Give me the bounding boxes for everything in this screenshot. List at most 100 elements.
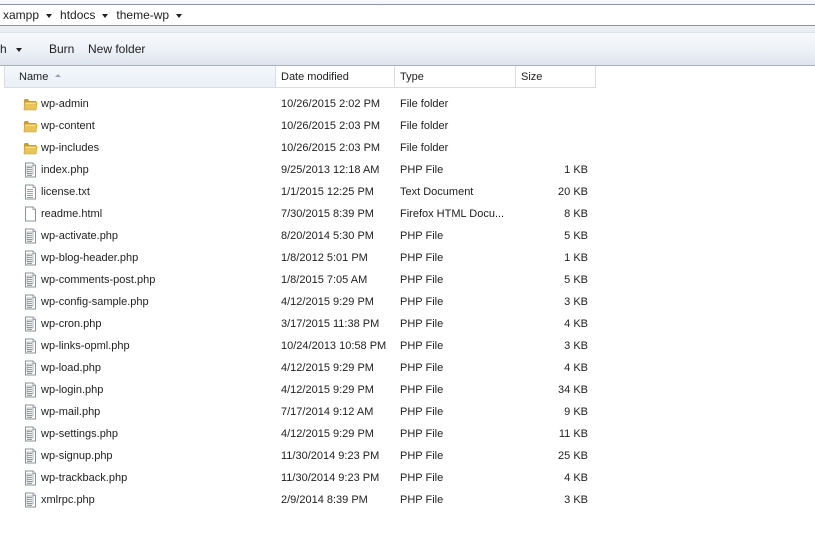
file-type: Text Document xyxy=(400,186,474,198)
file-type: File folder xyxy=(400,120,449,132)
file-row[interactable]: wp-blog-header.php 1/8/2012 5:01 PM PHP … xyxy=(0,247,815,269)
file-size: 25 KB xyxy=(558,450,588,462)
file-name: wp-cron.php xyxy=(41,318,102,330)
file-row[interactable]: index.php 9/25/2013 12:18 AM PHP File 1 … xyxy=(0,159,815,181)
file-name: wp-blog-header.php xyxy=(41,252,139,264)
file-type: PHP File xyxy=(400,494,444,506)
php-file-icon xyxy=(23,250,38,266)
file-type: PHP File xyxy=(400,406,444,418)
file-date-modified: 4/12/2015 9:29 PM xyxy=(281,296,374,308)
breadcrumb[interactable]: xampp htdocs theme-wp xyxy=(0,4,815,26)
file-row[interactable]: wp-config-sample.php 4/12/2015 9:29 PM P… xyxy=(0,291,815,313)
file-row[interactable]: wp-includes 10/26/2015 2:03 PM File fold… xyxy=(0,137,815,159)
chevron-down-icon[interactable] xyxy=(102,13,109,18)
breadcrumb-label: htdocs xyxy=(60,8,96,22)
file-date-modified: 10/26/2015 2:03 PM xyxy=(281,142,381,154)
file-row[interactable]: wp-mail.php 7/17/2014 9:12 AM PHP File 9… xyxy=(0,401,815,423)
file-type: PHP File xyxy=(400,362,444,374)
php-file-icon xyxy=(23,470,38,486)
file-date-modified: 11/30/2014 9:23 PM xyxy=(281,450,380,462)
breadcrumb-item-htdocs[interactable]: htdocs xyxy=(60,5,116,25)
file-row[interactable]: wp-comments-post.php 1/8/2015 7:05 AM PH… xyxy=(0,269,815,291)
php-file-icon xyxy=(23,228,38,244)
file-row[interactable]: wp-admin 10/26/2015 2:02 PM File folder xyxy=(0,93,815,115)
address-bar: xampp htdocs theme-wp xyxy=(0,0,815,32)
file-row[interactable]: wp-content 10/26/2015 2:03 PM File folde… xyxy=(0,115,815,137)
file-row[interactable]: wp-load.php 4/12/2015 9:29 PM PHP File 4… xyxy=(0,357,815,379)
column-header-name[interactable]: Name xyxy=(4,66,276,88)
file-row[interactable]: wp-login.php 4/12/2015 9:29 PM PHP File … xyxy=(0,379,815,401)
file-name: wp-config-sample.php xyxy=(41,296,149,308)
column-header-size[interactable]: Size xyxy=(516,66,596,88)
folder-icon xyxy=(23,118,38,134)
php-file-icon xyxy=(23,338,38,354)
php-file-icon xyxy=(23,426,38,442)
html-file-icon xyxy=(23,206,38,222)
file-row[interactable]: readme.html 7/30/2015 8:39 PM Firefox HT… xyxy=(0,203,815,225)
php-file-icon xyxy=(23,448,38,464)
file-type: PHP File xyxy=(400,164,444,176)
chevron-down-icon[interactable] xyxy=(46,13,53,18)
burn-button[interactable]: Burn xyxy=(49,38,74,60)
file-name: wp-content xyxy=(41,120,95,132)
file-row[interactable]: license.txt 1/1/2015 12:25 PM Text Docum… xyxy=(0,181,815,203)
file-type: File folder xyxy=(400,142,449,154)
column-header-date-modified[interactable]: Date modified xyxy=(276,66,395,88)
file-size: 3 KB xyxy=(564,494,588,506)
file-date-modified: 1/8/2012 5:01 PM xyxy=(281,252,368,264)
php-file-icon xyxy=(23,272,38,288)
file-type: Firefox HTML Docu... xyxy=(400,208,505,220)
file-date-modified: 11/30/2014 9:23 PM xyxy=(281,472,380,484)
file-name: wp-comments-post.php xyxy=(41,274,156,286)
file-row[interactable]: xmlrpc.php 2/9/2014 8:39 PM PHP File 3 K… xyxy=(0,489,815,511)
file-size: 4 KB xyxy=(564,472,588,484)
file-row[interactable]: wp-links-opml.php 10/24/2013 10:58 PM PH… xyxy=(0,335,815,357)
php-file-icon xyxy=(23,492,38,508)
php-file-icon xyxy=(23,382,38,398)
file-size: 5 KB xyxy=(564,274,588,286)
file-date-modified: 4/12/2015 9:29 PM xyxy=(281,384,374,396)
file-date-modified: 7/30/2015 8:39 PM xyxy=(281,208,374,220)
file-name: wp-signup.php xyxy=(41,450,113,462)
column-headers: Name Date modified Type Size xyxy=(0,66,815,89)
share-with-label: ith xyxy=(0,42,7,56)
file-row[interactable]: wp-cron.php 3/17/2015 11:38 PM PHP File … xyxy=(0,313,815,335)
php-file-icon xyxy=(23,404,38,420)
breadcrumb-item-theme-wp[interactable]: theme-wp xyxy=(116,5,190,25)
file-row[interactable]: wp-signup.php 11/30/2014 9:23 PM PHP Fil… xyxy=(0,445,815,467)
column-header-type[interactable]: Type xyxy=(395,66,516,88)
breadcrumb-item-xampp[interactable]: xampp xyxy=(3,5,60,25)
file-size: 3 KB xyxy=(564,296,588,308)
file-type: PHP File xyxy=(400,230,444,242)
file-name: readme.html xyxy=(41,208,103,220)
file-name: wp-settings.php xyxy=(41,428,119,440)
file-name: wp-load.php xyxy=(41,362,101,374)
file-row[interactable]: wp-settings.php 4/12/2015 9:29 PM PHP Fi… xyxy=(0,423,815,445)
file-name: wp-admin xyxy=(41,98,89,110)
file-type: File folder xyxy=(400,98,449,110)
file-type: PHP File xyxy=(400,252,444,264)
share-with-button[interactable]: ith xyxy=(0,38,22,60)
file-size: 8 KB xyxy=(564,208,588,220)
file-name: wp-trackback.php xyxy=(41,472,128,484)
file-date-modified: 3/17/2015 11:38 PM xyxy=(281,318,380,330)
file-name: wp-activate.php xyxy=(41,230,119,242)
file-row[interactable]: wp-activate.php 8/20/2014 5:30 PM PHP Fi… xyxy=(0,225,815,247)
php-file-icon xyxy=(23,162,38,178)
file-date-modified: 8/20/2014 5:30 PM xyxy=(281,230,374,242)
file-date-modified: 10/26/2015 2:02 PM xyxy=(281,98,381,110)
file-date-modified: 4/12/2015 9:29 PM xyxy=(281,428,374,440)
file-type: PHP File xyxy=(400,384,444,396)
new-folder-button[interactable]: New folder xyxy=(88,38,145,60)
php-file-icon xyxy=(23,360,38,376)
file-size xyxy=(518,93,588,115)
folder-icon xyxy=(23,96,38,112)
file-size: 9 KB xyxy=(564,406,588,418)
column-header-label: Type xyxy=(400,70,424,83)
chevron-down-icon[interactable] xyxy=(176,13,183,18)
file-row[interactable]: wp-trackback.php 11/30/2014 9:23 PM PHP … xyxy=(0,467,815,489)
explorer-window: xampp htdocs theme-wp ith Burn New folde… xyxy=(0,0,815,538)
file-type: PHP File xyxy=(400,450,444,462)
file-date-modified: 1/1/2015 12:25 PM xyxy=(281,186,374,198)
file-name: license.txt xyxy=(41,186,90,198)
